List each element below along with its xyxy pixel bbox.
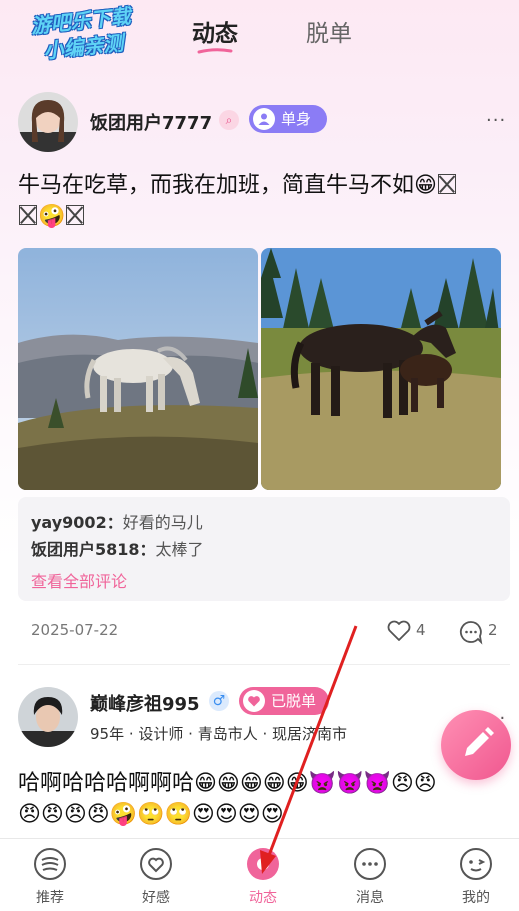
avatar[interactable]: [18, 92, 78, 152]
post-text-line: 哈啊哈哈哈啊啊哈😁😁😁😁😁👿👿👿😠😠: [18, 771, 437, 796]
avatar-image: [18, 687, 78, 747]
post-photo-1[interactable]: [18, 248, 258, 490]
post-username[interactable]: 巅峰彦祖995: [90, 690, 200, 716]
nav-label: 推荐: [36, 890, 64, 906]
nav-label: 消息: [356, 890, 384, 906]
watermark-logo: 游吧乐下载 小编亲测: [10, 1, 155, 67]
post-text: 牛马在吃草，而我在加班，简直牛马不如: [18, 173, 415, 198]
white-horse-image: [18, 248, 258, 490]
recommend-icon: [34, 848, 66, 880]
bottom-nav: 推荐 好感 动态 消息 我的: [0, 838, 519, 911]
comment-item: yay9002：好看的马儿: [31, 509, 203, 533]
comments-panel: yay9002：好看的马儿 饭团用户5818：太棒了 查看全部评论: [18, 497, 510, 601]
post-text-line: 😠😠😠😠🤪🙄🙄😍😍😍😍: [18, 802, 284, 827]
avatar-image: [18, 92, 78, 152]
tab-moments[interactable]: 动态: [192, 14, 238, 48]
nav-label: 动态: [249, 890, 277, 906]
like-count: 4: [416, 621, 426, 639]
comment-user[interactable]: 饭团用户5818：: [31, 540, 156, 559]
post-date: 2025-07-22: [31, 621, 119, 639]
post-username[interactable]: 饭团用户7777: [90, 109, 212, 135]
avatar[interactable]: [18, 687, 78, 747]
status-badge-single: 单身: [249, 105, 327, 133]
emoji-grin: 😁: [414, 173, 437, 198]
more-options-icon[interactable]: ···: [486, 110, 506, 131]
status-badge-label: 已脱单: [271, 692, 317, 710]
heart-icon: [243, 690, 265, 712]
nav-likes[interactable]: 好感: [121, 847, 191, 907]
nav-recommend[interactable]: 推荐: [15, 847, 85, 907]
search-icon: ⌕: [219, 110, 239, 130]
like-heart-icon[interactable]: [386, 619, 412, 643]
pencil-icon: [465, 727, 494, 756]
nav-label: 我的: [462, 890, 490, 906]
post-photo-2[interactable]: [261, 248, 501, 490]
comment-count: 2: [488, 621, 498, 639]
user-info: 95年 · 设计师 · 青岛市人 · 现居济南市: [90, 725, 348, 743]
nav-messages[interactable]: 消息: [335, 847, 405, 907]
comment-item: 饭团用户5818：太棒了: [31, 536, 204, 560]
post-divider: [18, 664, 510, 665]
comment-text: 好看的马儿: [122, 513, 203, 532]
comment-text: 太棒了: [155, 540, 204, 559]
compose-post-button[interactable]: [441, 710, 511, 780]
view-all-comments-link[interactable]: 查看全部评论: [31, 568, 127, 592]
comment-user[interactable]: yay9002：: [31, 513, 123, 532]
missing-glyph-icon: [19, 205, 37, 225]
status-badge-taken: 已脱单: [239, 687, 329, 715]
emoji-zany: 🤪: [38, 204, 66, 229]
comment-bubble-icon[interactable]: [458, 619, 484, 645]
nav-moments[interactable]: 动态: [228, 847, 298, 907]
profile-icon: [460, 848, 492, 880]
nav-label: 好感: [142, 890, 170, 906]
moments-icon: [247, 848, 279, 880]
post-content: 哈啊哈哈哈啊啊哈😁😁😁😁😁👿👿👿😠😠 😠😠😠😠🤪🙄🙄😍😍😍😍: [18, 768, 508, 830]
heart-icon: [140, 848, 172, 880]
message-icon: [354, 848, 386, 880]
status-badge-label: 单身: [281, 110, 312, 128]
missing-glyph-icon: [437, 174, 456, 194]
post-content: 牛马在吃草，而我在加班，简直牛马不如😁 🤪: [18, 170, 508, 232]
nav-profile[interactable]: 我的: [441, 847, 511, 907]
tab-dating[interactable]: 脱单: [306, 14, 352, 48]
missing-glyph-icon: [66, 205, 85, 225]
person-icon: [253, 108, 275, 130]
male-icon: ♂: [209, 691, 229, 711]
dark-horses-image: [261, 248, 501, 490]
tab-active-underline: [197, 48, 233, 54]
